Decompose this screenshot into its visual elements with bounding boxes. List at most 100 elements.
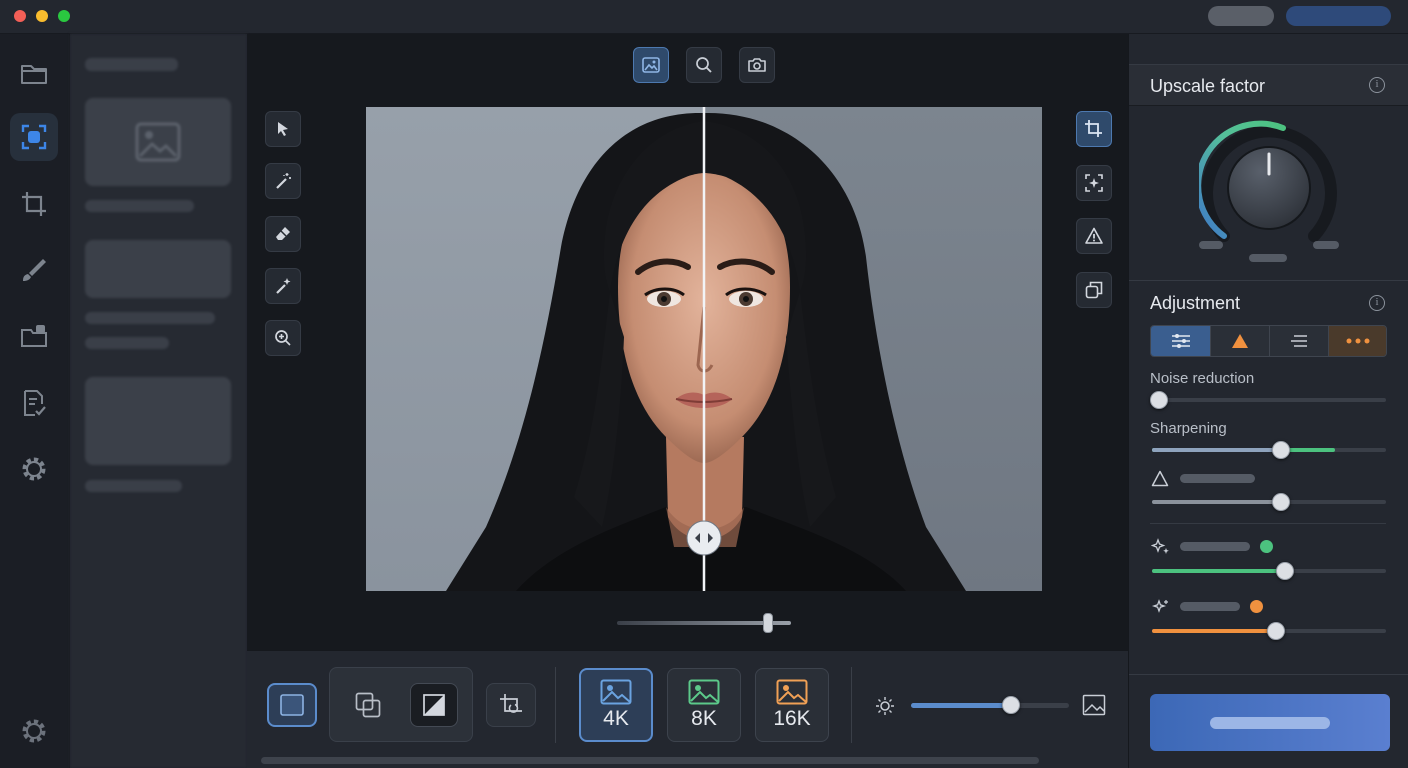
artifact-slider[interactable] — [1152, 493, 1386, 511]
tab-tone[interactable] — [1210, 326, 1269, 356]
app-window: 4K 8K 16K Upscale factor i Adjustment i … — [0, 0, 1408, 768]
rail-item-folder[interactable] — [10, 49, 58, 97]
title-bar — [0, 0, 1408, 34]
split-view-button[interactable] — [410, 683, 458, 727]
auto-enhance-tool[interactable] — [1076, 165, 1112, 201]
artifact-knob[interactable] — [1271, 493, 1290, 511]
before-after-preview[interactable] — [366, 107, 1042, 591]
tab-sliders[interactable] — [1151, 326, 1210, 356]
rail-item-focus[interactable] — [10, 113, 58, 161]
crop-tool[interactable] — [1076, 111, 1112, 147]
upscale-title: Upscale factor — [1150, 76, 1266, 96]
brightness-slider[interactable] — [911, 696, 1069, 714]
library-thumbnail[interactable] — [85, 98, 231, 186]
enhance-slider[interactable] — [1152, 562, 1386, 580]
zoom-button[interactable] — [686, 47, 722, 83]
image-8k-icon — [688, 679, 720, 705]
library-caption-placeholder — [85, 480, 182, 492]
overlay-view-button[interactable] — [344, 683, 392, 727]
library-caption-placeholder — [85, 200, 194, 212]
effect-knob[interactable] — [1267, 622, 1286, 640]
noise-reduction-label: Noise reduction — [1150, 370, 1255, 387]
copy-icon — [1085, 281, 1103, 299]
resolution-8k-button[interactable]: 8K — [667, 668, 741, 742]
effect-label-placeholder — [1180, 602, 1240, 611]
enhance-knob[interactable] — [1276, 562, 1295, 580]
zoom-in-tool[interactable] — [265, 320, 301, 356]
import-folder-icon — [21, 325, 47, 347]
rail-item-crop[interactable] — [10, 180, 58, 228]
resolution-label: 8K — [691, 707, 717, 730]
warning-icon — [1085, 227, 1103, 244]
sharpening-knob[interactable] — [1271, 441, 1290, 459]
resolution-4k-button[interactable]: 4K — [579, 668, 653, 742]
minimize-window-button[interactable] — [36, 10, 48, 22]
single-view-icon — [280, 694, 304, 716]
effect-fill — [1152, 629, 1277, 633]
zoom-icon — [696, 57, 712, 73]
horizontal-scrollbar[interactable] — [261, 757, 1039, 764]
tab-more[interactable] — [1328, 326, 1386, 356]
close-window-button[interactable] — [14, 10, 26, 22]
document-check-icon — [24, 390, 46, 416]
rail-item-gear[interactable] — [10, 445, 58, 493]
library-thumbnail[interactable] — [85, 377, 231, 465]
library-thumbnail[interactable] — [85, 240, 231, 298]
divider — [1150, 523, 1386, 524]
pointer-icon — [278, 122, 288, 136]
overlay-view-icon — [355, 692, 381, 718]
zoom-slider[interactable] — [617, 613, 791, 633]
enhance-fill — [1152, 569, 1286, 573]
triangle-icon — [1232, 334, 1248, 348]
image-view-icon — [642, 57, 660, 73]
rail-item-document[interactable] — [10, 379, 58, 427]
library-caption-placeholder — [85, 337, 169, 349]
sharpening-slider[interactable] — [1152, 441, 1386, 459]
split-view-icon — [423, 694, 445, 716]
image-4k-icon — [600, 679, 632, 705]
more-icon — [1346, 338, 1369, 344]
sharpening-label: Sharpening — [1150, 420, 1227, 437]
effect-slider[interactable] — [1152, 622, 1386, 640]
header-secondary-button[interactable] — [1208, 6, 1274, 26]
folder-icon — [21, 65, 47, 84]
zoom-window-button[interactable] — [58, 10, 70, 22]
duplicate-tool[interactable] — [1076, 272, 1112, 308]
resolution-16k-button[interactable]: 16K — [755, 668, 829, 742]
brightness-icon — [876, 697, 894, 715]
resolution-label: 16K — [773, 707, 811, 730]
header-primary-button[interactable] — [1286, 6, 1391, 26]
upscale-info-icon[interactable]: i — [1369, 77, 1385, 93]
start-upscale-button[interactable] — [1150, 694, 1390, 751]
noise-reduction-slider[interactable] — [1150, 391, 1386, 409]
tab-list[interactable] — [1269, 326, 1328, 356]
rail-item-settings[interactable] — [10, 707, 58, 755]
settings-gear-icon — [22, 719, 46, 743]
zoom-slider-knob[interactable] — [763, 613, 774, 633]
single-view-button[interactable] — [267, 683, 317, 727]
magic-wand-tool[interactable] — [265, 163, 301, 199]
snapshot-button[interactable] — [739, 47, 775, 83]
focus-select-icon — [21, 124, 47, 150]
magic-wand-icon — [276, 173, 291, 189]
bottom-toolbar: 4K 8K 16K — [247, 650, 1128, 768]
rail-item-brush[interactable] — [10, 246, 58, 294]
crop-refresh-icon — [500, 694, 522, 713]
rail-item-import[interactable] — [10, 312, 58, 360]
upscale-dial[interactable] — [1199, 118, 1339, 258]
image-placeholder-icon — [135, 122, 181, 162]
brightness-slider-fill — [911, 703, 1011, 708]
image-view-button[interactable] — [633, 47, 669, 83]
resolution-label: 4K — [603, 707, 629, 730]
sparkle-icon — [1151, 538, 1169, 554]
brightness-slider-knob[interactable] — [1001, 696, 1020, 714]
adjustment-info-icon[interactable]: i — [1369, 295, 1385, 311]
gear-icon — [22, 457, 46, 481]
sparkle-wand-tool[interactable] — [265, 268, 301, 304]
select-tool[interactable] — [265, 111, 301, 147]
noise-reduction-knob[interactable] — [1150, 391, 1169, 409]
artifact-warning-tool[interactable] — [1076, 218, 1112, 254]
crop-refresh-button[interactable] — [486, 683, 536, 727]
view-mode-group — [329, 667, 473, 742]
eraser-tool[interactable] — [265, 216, 301, 252]
